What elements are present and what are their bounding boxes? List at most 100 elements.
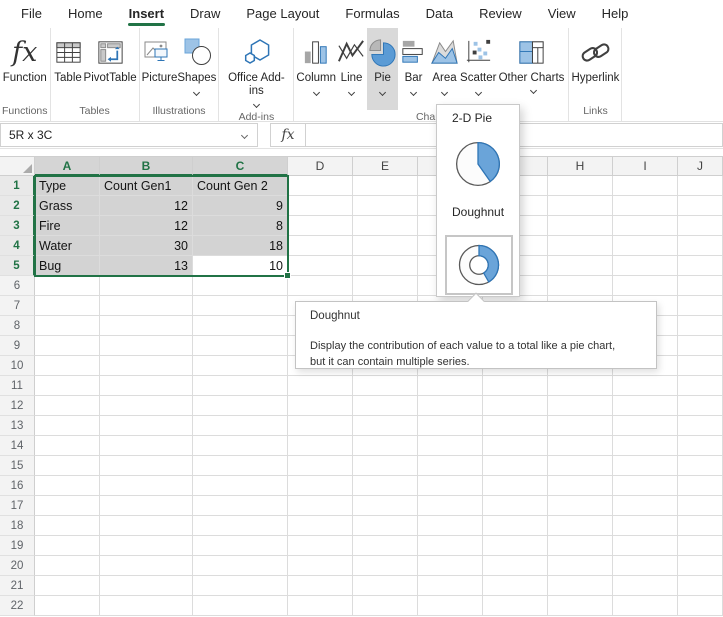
cell-A10[interactable]: [35, 356, 100, 376]
cell-A14[interactable]: [35, 436, 100, 456]
cell-C19[interactable]: [193, 536, 288, 556]
cell-H20[interactable]: [548, 556, 613, 576]
cell-J12[interactable]: [678, 396, 723, 416]
tab-home[interactable]: Home: [55, 0, 116, 28]
ribbon-button-bar[interactable]: Bar: [398, 28, 429, 110]
column-header-J[interactable]: J: [678, 156, 723, 176]
ribbon-button-other-charts[interactable]: Other Charts: [496, 28, 566, 110]
cell-J15[interactable]: [678, 456, 723, 476]
cell-A21[interactable]: [35, 576, 100, 596]
cell-E3[interactable]: [353, 216, 418, 236]
cell-I2[interactable]: [613, 196, 678, 216]
cell-G11[interactable]: [483, 376, 548, 396]
cell-H3[interactable]: [548, 216, 613, 236]
cell-J16[interactable]: [678, 476, 723, 496]
cell-B3[interactable]: 12: [100, 216, 193, 236]
cell-J20[interactable]: [678, 556, 723, 576]
cell-B6[interactable]: [100, 276, 193, 296]
cell-I16[interactable]: [613, 476, 678, 496]
cell-D15[interactable]: [288, 456, 353, 476]
row-header-12[interactable]: 12: [0, 396, 35, 416]
cell-J7[interactable]: [678, 296, 723, 316]
cell-B11[interactable]: [100, 376, 193, 396]
cell-E16[interactable]: [353, 476, 418, 496]
cell-H11[interactable]: [548, 376, 613, 396]
fill-handle[interactable]: [284, 272, 291, 279]
cell-J5[interactable]: [678, 256, 723, 276]
cell-I3[interactable]: [613, 216, 678, 236]
cell-A5[interactable]: Bug: [35, 256, 100, 276]
row-header-7[interactable]: 7: [0, 296, 35, 316]
tab-formulas[interactable]: Formulas: [332, 0, 412, 28]
cell-J13[interactable]: [678, 416, 723, 436]
cell-A3[interactable]: Fire: [35, 216, 100, 236]
cell-E12[interactable]: [353, 396, 418, 416]
cell-H2[interactable]: [548, 196, 613, 216]
cell-H6[interactable]: [548, 276, 613, 296]
ribbon-button-picture[interactable]: Picture: [142, 28, 178, 104]
ribbon-button-pie[interactable]: Pie: [367, 28, 398, 110]
cell-I13[interactable]: [613, 416, 678, 436]
cell-B15[interactable]: [100, 456, 193, 476]
cell-E4[interactable]: [353, 236, 418, 256]
cell-E1[interactable]: [353, 176, 418, 196]
column-header-H[interactable]: H: [548, 156, 613, 176]
cell-C11[interactable]: [193, 376, 288, 396]
cell-A2[interactable]: Grass: [35, 196, 100, 216]
cell-I1[interactable]: [613, 176, 678, 196]
cell-I5[interactable]: [613, 256, 678, 276]
cell-C16[interactable]: [193, 476, 288, 496]
row-header-13[interactable]: 13: [0, 416, 35, 436]
row-header-21[interactable]: 21: [0, 576, 35, 596]
select-all-button[interactable]: [0, 156, 35, 176]
tab-view[interactable]: View: [535, 0, 589, 28]
cell-J22[interactable]: [678, 596, 723, 616]
cell-I15[interactable]: [613, 456, 678, 476]
cell-A19[interactable]: [35, 536, 100, 556]
cell-B9[interactable]: [100, 336, 193, 356]
row-header-20[interactable]: 20: [0, 556, 35, 576]
cell-A9[interactable]: [35, 336, 100, 356]
cell-A22[interactable]: [35, 596, 100, 616]
cell-B20[interactable]: [100, 556, 193, 576]
cell-J18[interactable]: [678, 516, 723, 536]
ribbon-button-column[interactable]: Column: [296, 28, 336, 110]
cell-C8[interactable]: [193, 316, 288, 336]
cell-B21[interactable]: [100, 576, 193, 596]
column-header-I[interactable]: I: [613, 156, 678, 176]
cell-G16[interactable]: [483, 476, 548, 496]
cell-J4[interactable]: [678, 236, 723, 256]
cell-C22[interactable]: [193, 596, 288, 616]
cell-B16[interactable]: [100, 476, 193, 496]
cell-I11[interactable]: [613, 376, 678, 396]
cell-B12[interactable]: [100, 396, 193, 416]
cell-A1[interactable]: Type: [35, 176, 100, 196]
cell-E11[interactable]: [353, 376, 418, 396]
cell-G15[interactable]: [483, 456, 548, 476]
cell-G12[interactable]: [483, 396, 548, 416]
cell-A4[interactable]: Water: [35, 236, 100, 256]
ribbon-button-hyperlink[interactable]: Hyperlink: [571, 28, 619, 104]
cell-G22[interactable]: [483, 596, 548, 616]
cell-I21[interactable]: [613, 576, 678, 596]
cell-C10[interactable]: [193, 356, 288, 376]
tab-data[interactable]: Data: [413, 0, 466, 28]
cell-A18[interactable]: [35, 516, 100, 536]
cell-J14[interactable]: [678, 436, 723, 456]
cell-J3[interactable]: [678, 216, 723, 236]
cell-D3[interactable]: [288, 216, 353, 236]
cell-E19[interactable]: [353, 536, 418, 556]
cell-A15[interactable]: [35, 456, 100, 476]
cell-C9[interactable]: [193, 336, 288, 356]
cell-D14[interactable]: [288, 436, 353, 456]
cell-C21[interactable]: [193, 576, 288, 596]
cell-F16[interactable]: [418, 476, 483, 496]
cell-F20[interactable]: [418, 556, 483, 576]
cell-D11[interactable]: [288, 376, 353, 396]
cell-D18[interactable]: [288, 516, 353, 536]
cell-E22[interactable]: [353, 596, 418, 616]
cell-F14[interactable]: [418, 436, 483, 456]
row-header-1[interactable]: 1: [0, 176, 35, 196]
cell-J9[interactable]: [678, 336, 723, 356]
name-box[interactable]: 5R x 3C: [0, 123, 258, 147]
